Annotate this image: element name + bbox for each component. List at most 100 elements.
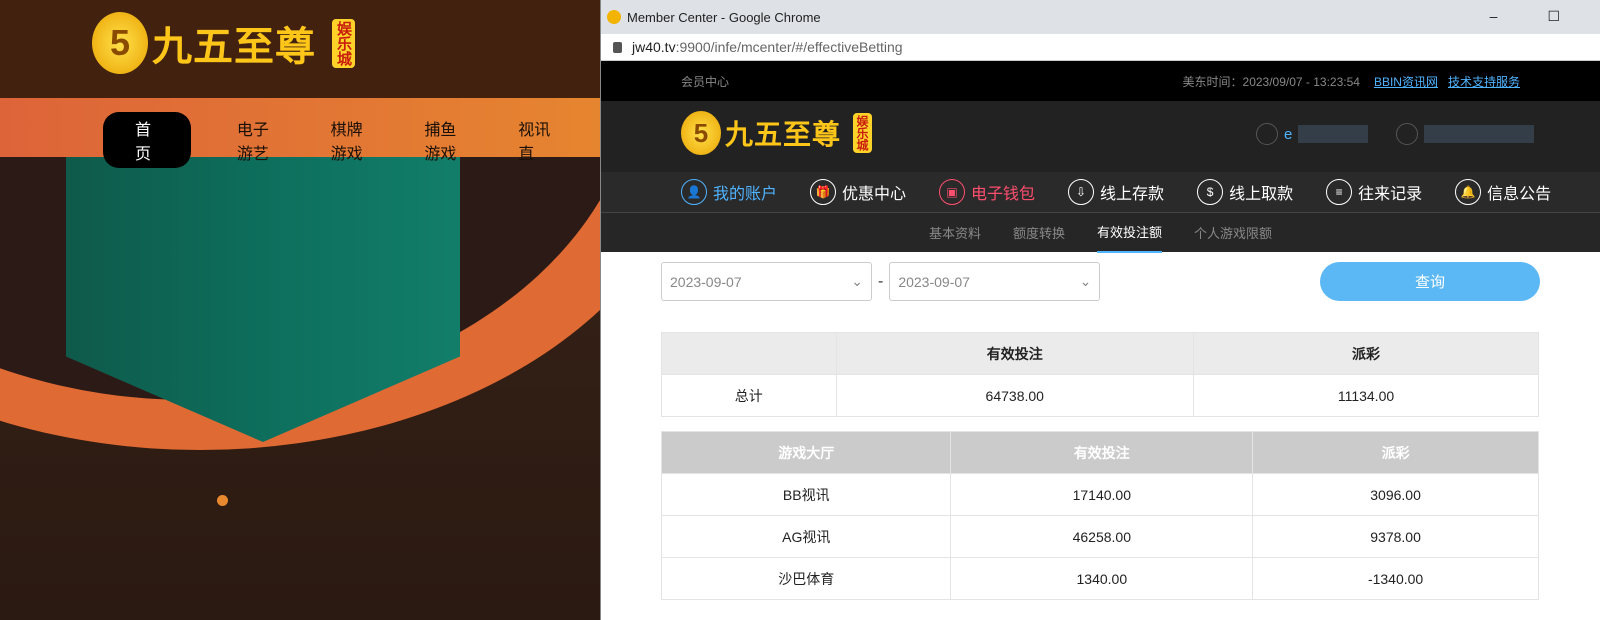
member-center-label: 会员中心	[681, 74, 730, 89]
maximize-button[interactable]: ☐	[1547, 8, 1560, 25]
wallet-icon: ▣	[939, 179, 966, 205]
background-website: 5 九五至尊 娱乐城 首页 电子游艺 棋牌游戏 捕鱼游戏 视讯直	[0, 0, 600, 620]
sub-tabs: 基本资料 额度转换 有效投注额 个人游戏限额	[601, 212, 1600, 253]
record-icon: ≡	[1326, 179, 1353, 205]
nav-item[interactable]: ⇩ 线上存款	[1068, 179, 1164, 205]
site-nav-home[interactable]: 首页	[103, 112, 191, 168]
browser-window: Member Center - Google Chrome – ☐ jw40.t…	[600, 0, 1600, 620]
table-row: BB视讯 17140.00 3096.00	[660, 473, 1539, 516]
table-cell: BB视讯	[660, 473, 952, 516]
address-bar[interactable]: jw40.tv:9900/infe/mcenter/#/effectiveBet…	[601, 34, 1600, 61]
user-balance[interactable]	[1396, 123, 1534, 145]
date-separator: -	[878, 272, 884, 290]
table-cell: 64738.00	[835, 374, 1195, 417]
column-header: 派彩	[1252, 431, 1539, 474]
table-cell: 17140.00	[950, 473, 1254, 516]
table-cell: 总计	[661, 374, 837, 417]
deposit-icon: ⇩	[1068, 179, 1095, 205]
site-nav-cards[interactable]: 棋牌游戏	[331, 116, 379, 164]
nav-item[interactable]: 🔔 信息公告	[1455, 179, 1551, 205]
window-title: Member Center - Google Chrome	[627, 9, 821, 25]
table-header: 有效投注 派彩	[661, 332, 1539, 375]
site-nav-fishing[interactable]: 捕鱼游戏	[424, 116, 472, 164]
title-bar: Member Center - Google Chrome – ☐	[601, 0, 1600, 34]
summary-table: 有效投注 派彩 总计 64738.00 11134.00	[661, 332, 1539, 417]
chevron-down-icon: ⌄	[851, 273, 863, 289]
user-account[interactable]: e	[1256, 123, 1369, 145]
table-cell: 3096.00	[1252, 473, 1539, 516]
logo-icon: 5	[92, 12, 148, 74]
sub-tab[interactable]: 个人游戏限额	[1194, 213, 1272, 252]
member-logo[interactable]: 5 九五至尊 娱乐城	[681, 111, 873, 155]
column-header	[661, 332, 837, 375]
redacted-username	[1298, 125, 1369, 143]
nav-item-label: 我的账户	[713, 186, 778, 203]
logo-text: 九五至尊	[152, 25, 316, 69]
member-header: 5 九五至尊 娱乐城 e	[601, 101, 1600, 172]
user-icon	[1256, 123, 1278, 145]
url-path: :9900/infe/mcenter/#/effectiveBetting	[675, 39, 903, 55]
sub-tab[interactable]: 基本资料	[929, 213, 981, 252]
table-cell: 沙巴体育	[660, 557, 952, 600]
site-nav-live[interactable]: 视讯直	[518, 116, 554, 164]
balance-icon	[1396, 123, 1418, 145]
gift-icon: 🎁	[810, 179, 837, 205]
nav-item[interactable]: $ 线上取款	[1197, 179, 1293, 205]
nav-item[interactable]: ▣ 电子钱包	[939, 179, 1035, 205]
table-cell: -1340.00	[1252, 557, 1539, 600]
detail-table: 游戏大厅 有效投注 派彩 BB视讯 17140.00 3096.00 AG视讯 46258.…	[660, 431, 1539, 600]
withdraw-icon: $	[1197, 179, 1224, 205]
logo-text: 九五至尊	[725, 119, 842, 150]
table-cell: 9378.00	[1252, 515, 1539, 558]
top-bar: 会员中心 美东时间：2023/09/07 - 13:23:54 BBIN资讯网 …	[601, 61, 1600, 101]
site-nav-slots[interactable]: 电子游艺	[237, 116, 285, 164]
table-row: 沙巴体育 1340.00 -1340.00	[660, 557, 1539, 600]
start-date-value: 2023-09-07	[670, 273, 742, 290]
lock-icon	[613, 41, 622, 53]
bbin-link[interactable]: BBIN资讯网	[1374, 73, 1438, 90]
sub-tab[interactable]: 有效投注额	[1097, 212, 1163, 253]
logo-icon: 5	[681, 111, 721, 155]
table-row: 总计 64738.00 11134.00	[661, 374, 1539, 417]
column-header: 游戏大厅	[660, 431, 952, 474]
nav-item-label: 信息公告	[1487, 186, 1552, 203]
logo-badge: 娱乐城	[853, 113, 873, 153]
url-host: jw40.tv	[632, 39, 676, 55]
table-cell: 1340.00	[950, 557, 1254, 600]
column-header: 有效投注	[835, 332, 1195, 375]
column-header: 派彩	[1193, 332, 1539, 375]
favicon-icon	[607, 10, 621, 24]
member-nav: 👤 我的账户 🎁 优惠中心 ▣ 电子钱包 ⇩ 线上存款 $ 线上取款 ≡ 往来记录 🔔 信息公告	[601, 172, 1600, 213]
start-date-select[interactable]: 2023-09-07 ⌄	[661, 262, 872, 301]
nav-item-label: 线上取款	[1229, 186, 1294, 203]
username: e	[1284, 125, 1293, 143]
nav-item[interactable]: ≡ 往来记录	[1326, 179, 1422, 205]
user-icon: 👤	[681, 179, 707, 205]
nav-item-label: 线上存款	[1100, 186, 1165, 203]
bell-icon: 🔔	[1455, 179, 1482, 205]
table-cell: 46258.00	[950, 515, 1254, 558]
nav-item-label: 往来记录	[1358, 186, 1423, 203]
support-link[interactable]: 技术支持服务	[1448, 73, 1520, 90]
site-logo[interactable]: 5 九五至尊 娱乐城	[92, 12, 355, 74]
nav-item-label: 优惠中心	[842, 186, 907, 203]
end-date-select[interactable]: 2023-09-07 ⌄	[889, 262, 1101, 301]
carousel-dot[interactable]	[217, 495, 228, 506]
nav-item[interactable]: 🎁 优惠中心	[810, 179, 906, 205]
redacted-balance	[1424, 125, 1534, 143]
minimize-button[interactable]: –	[1490, 8, 1498, 25]
end-date-value: 2023-09-07	[898, 273, 970, 290]
column-header: 有效投注	[950, 431, 1254, 474]
table-row: AG视讯 46258.00 9378.00	[660, 515, 1539, 558]
chevron-down-icon: ⌄	[1079, 273, 1092, 289]
table-header: 游戏大厅 有效投注 派彩	[660, 431, 1539, 474]
table-cell: 11134.00	[1193, 374, 1539, 417]
nav-item-label: 电子钱包	[971, 186, 1036, 203]
query-button[interactable]: 查询	[1320, 262, 1540, 301]
logo-badge: 娱乐城	[332, 18, 355, 68]
table-cell: AG视讯	[660, 515, 952, 558]
sub-tab[interactable]: 额度转换	[1013, 213, 1065, 252]
site-nav: 首页 电子游艺 棋牌游戏 捕鱼游戏 视讯直	[103, 112, 600, 168]
nav-item[interactable]: 👤 我的账户	[681, 179, 777, 205]
server-time: 美东时间：2023/09/07 - 13:23:54	[1182, 74, 1360, 89]
